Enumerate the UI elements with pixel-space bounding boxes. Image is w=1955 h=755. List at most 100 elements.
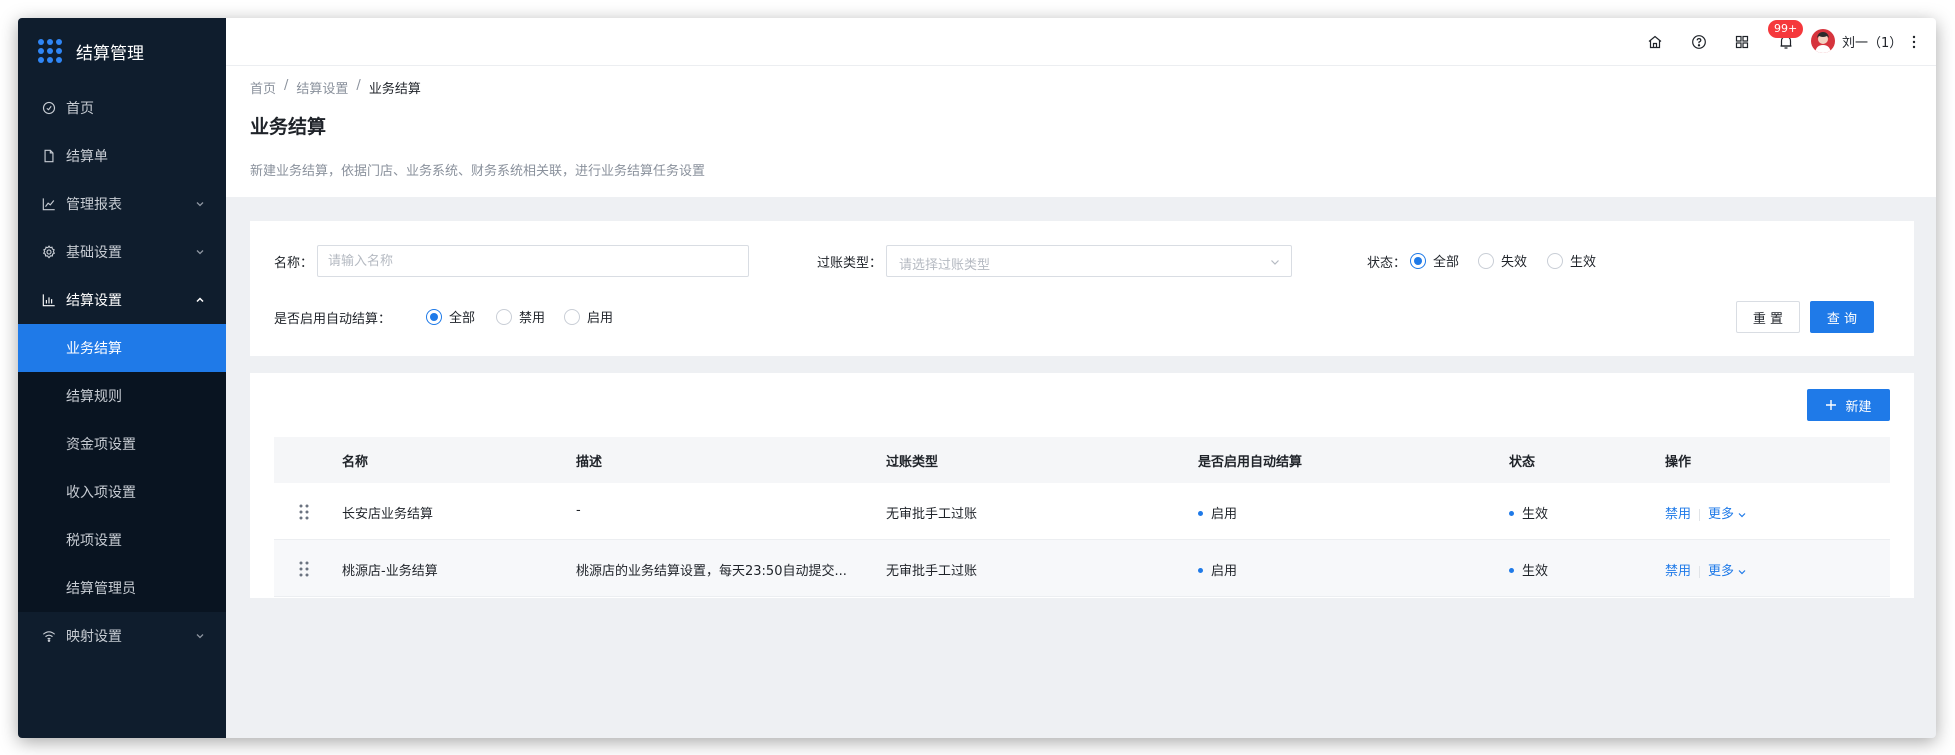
sidebar-item-label: 首页	[66, 101, 94, 117]
column-header-name: 名称	[342, 455, 369, 470]
posting-type-select[interactable]: 请选择过账类型	[886, 245, 1292, 277]
reset-button[interactable]: 重 置	[1736, 301, 1800, 333]
status-radio-all[interactable]: 全部	[1410, 251, 1459, 270]
column-header-status: 状态	[1509, 455, 1536, 470]
avatar[interactable]	[1811, 29, 1835, 53]
more-dropdown[interactable]: 更多	[1708, 507, 1747, 522]
status-radio-invalid[interactable]: 失效	[1478, 251, 1527, 270]
apps-grid-icon[interactable]	[38, 39, 62, 63]
auto-radio-all[interactable]: 全部	[426, 307, 475, 326]
chevron-up-icon	[196, 297, 204, 303]
app-title: 结算管理	[76, 43, 144, 64]
column-header-posting-type: 过账类型	[886, 455, 939, 470]
sidebar-item-fund-items[interactable]: 资金项设置	[18, 420, 226, 468]
sidebar-item-label: 基础设置	[66, 245, 122, 261]
more-label: 更多	[1708, 507, 1735, 522]
settlement-table: 名称 描述 过账类型 是否启用自动结算 状态 操作 长安店业务结算 - 无审批手…	[274, 437, 1890, 597]
cell-name: 桃源店-业务结算	[342, 564, 438, 579]
apps-icon[interactable]	[1734, 34, 1750, 50]
sidebar-item-mapping-settings[interactable]: 映射设置	[18, 612, 226, 660]
status-dot	[1509, 511, 1514, 516]
radio-label: 全部	[1433, 255, 1460, 270]
auto-radio-disabled[interactable]: 禁用	[496, 307, 545, 326]
breadcrumb-current: 业务结算	[368, 82, 421, 97]
dashboard-icon	[42, 101, 56, 115]
cell-posting-type: 无审批手工过账	[886, 507, 978, 522]
sidebar-item-label: 结算单	[66, 149, 108, 165]
cell-description: 桃源店的业务结算设置，每天23:50自动提交...	[576, 564, 847, 579]
status-dot	[1198, 511, 1203, 516]
brand: 结算管理	[18, 18, 226, 84]
cell-posting-type: 无审批手工过账	[886, 564, 978, 579]
home-icon[interactable]	[1647, 34, 1663, 50]
name-input[interactable]	[317, 245, 749, 277]
cell-status: 生效	[1509, 560, 1548, 579]
table-panel: 新建 名称 描述 过账类型 是否启用自动结算 状态 操作 长安店业务结算 - 无…	[250, 373, 1914, 598]
chevron-down-icon	[1738, 512, 1746, 517]
column-header-auto-settlement: 是否启用自动结算	[1198, 455, 1303, 470]
sidebar: 结算管理 首页 结算单 管理报表 基础设置 结算设置 业务结算 结算规则 资金项…	[18, 18, 226, 738]
sidebar-item-settlement-settings[interactable]: 结算设置	[18, 276, 226, 324]
chevron-down-icon	[196, 634, 204, 639]
query-button[interactable]: 查 询	[1810, 301, 1874, 333]
auto-settlement-label: 是否启用自动结算：	[274, 312, 392, 327]
sidebar-item-label: 管理报表	[66, 197, 122, 213]
cell-description: -	[576, 503, 581, 518]
help-icon[interactable]	[1691, 34, 1707, 50]
wifi-icon	[42, 629, 56, 643]
drag-handle-icon[interactable]	[298, 503, 310, 521]
status-dot	[1509, 568, 1514, 573]
sidebar-item-tax-items[interactable]: 税项设置	[18, 516, 226, 564]
cell-auto-settlement: 启用	[1198, 560, 1237, 579]
auto-settlement-value: 启用	[1211, 564, 1238, 579]
auto-settlement-value: 启用	[1211, 507, 1238, 522]
cell-auto-settlement: 启用	[1198, 503, 1237, 522]
sidebar-item-business-settlement[interactable]: 业务结算	[18, 324, 226, 372]
posting-type-label: 过账类型：	[817, 256, 883, 271]
cell-actions: 禁用 更多	[1665, 503, 1747, 522]
auto-radio-enabled[interactable]: 启用	[564, 307, 613, 326]
more-vertical-icon[interactable]	[1906, 34, 1922, 50]
user-name[interactable]: 刘一（1）	[1842, 32, 1902, 51]
page-title: 业务结算	[250, 116, 327, 138]
more-dropdown[interactable]: 更多	[1708, 564, 1747, 579]
sidebar-item-home[interactable]: 首页	[18, 84, 226, 132]
drag-handle-icon[interactable]	[298, 560, 310, 578]
gear-icon	[42, 245, 56, 259]
sidebar-item-income-items[interactable]: 收入项设置	[18, 468, 226, 516]
sidebar-item-settlement-rules[interactable]: 结算规则	[18, 372, 226, 420]
disable-link[interactable]: 禁用	[1665, 507, 1691, 522]
table-header: 名称 描述 过账类型 是否启用自动结算 状态 操作	[274, 437, 1890, 483]
new-button-label: 新建	[1845, 399, 1872, 415]
sidebar-item-label: 映射设置	[66, 629, 122, 645]
cell-status: 生效	[1509, 503, 1548, 522]
new-button[interactable]: 新建	[1807, 389, 1890, 421]
status-radio-valid[interactable]: 生效	[1547, 251, 1596, 270]
column-header-actions: 操作	[1665, 455, 1692, 470]
more-label: 更多	[1708, 564, 1735, 579]
topbar: 99+ 刘一（1）	[226, 18, 1936, 66]
page-header: 首页 / 结算设置 / 业务结算 业务结算 新建业务结算，依据门店、业务系统、财…	[226, 66, 1936, 197]
status-dot	[1198, 568, 1203, 573]
cell-name: 长安店业务结算	[342, 507, 434, 522]
filter-panel: 名称： 过账类型： 请选择过账类型 状态： 全部 失效 生效 是否启用自动结算：…	[250, 221, 1914, 356]
radio-label: 生效	[1570, 255, 1597, 270]
sidebar-item-basic-settings[interactable]: 基础设置	[18, 228, 226, 276]
status-value: 生效	[1522, 564, 1549, 579]
chevron-down-icon	[1271, 260, 1279, 265]
breadcrumb-parent[interactable]: 结算设置	[296, 78, 348, 97]
sidebar-item-label: 结算设置	[66, 293, 122, 309]
plus-icon	[1826, 400, 1837, 410]
radio-label: 全部	[449, 311, 476, 326]
sidebar-item-admins[interactable]: 结算管理员	[18, 564, 226, 612]
radio-label: 禁用	[519, 311, 546, 326]
breadcrumb-home[interactable]: 首页	[250, 78, 276, 97]
disable-link[interactable]: 禁用	[1665, 564, 1691, 579]
table-row: 长安店业务结算 - 无审批手工过账 启用 生效 禁用 更多	[274, 483, 1890, 540]
posting-type-placeholder: 请选择过账类型	[899, 258, 991, 273]
sidebar-item-reports[interactable]: 管理报表	[18, 180, 226, 228]
file-icon	[42, 149, 56, 163]
chevron-down-icon	[196, 250, 204, 255]
sidebar-item-statement[interactable]: 结算单	[18, 132, 226, 180]
name-label: 名称：	[274, 256, 314, 271]
